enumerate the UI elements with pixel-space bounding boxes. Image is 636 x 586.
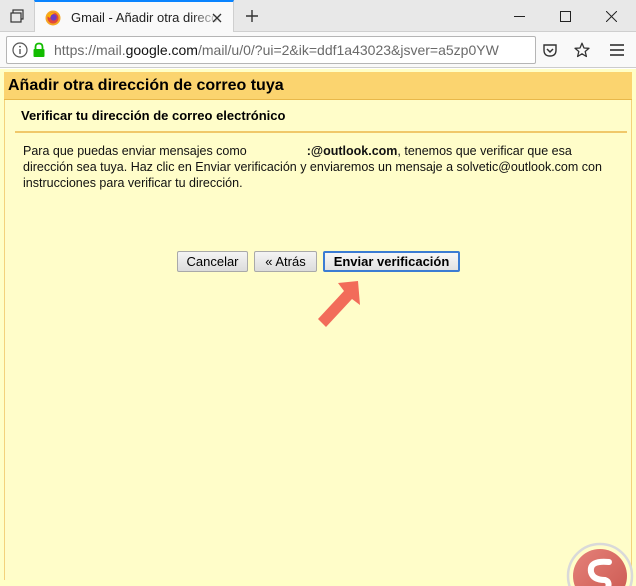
close-window-button[interactable] <box>588 0 634 32</box>
bookmark-star-button[interactable] <box>572 40 592 60</box>
info-icon[interactable] <box>12 42 28 58</box>
close-icon <box>605 10 617 22</box>
solvetic-logo-icon <box>566 542 634 586</box>
back-button[interactable]: « Atrás <box>254 251 317 272</box>
verification-message: Para que puedas enviar mensajes como:@ou… <box>23 144 602 190</box>
send-verification-button[interactable]: Enviar verificación <box>323 251 460 272</box>
dialog-body: Verificar tu dirección de correo electró… <box>4 100 634 586</box>
arrow-icon <box>318 281 360 327</box>
lock-icon[interactable] <box>32 42 46 58</box>
tab-list-button[interactable] <box>0 0 34 32</box>
url-bar[interactable]: https://mail.google.com/mail/u/0/?ui=2&i… <box>6 36 536 64</box>
url-text: https://mail.google.com/mail/u/0/?ui=2&i… <box>54 42 499 58</box>
tab-close-button[interactable] <box>207 8 227 28</box>
new-tab-button[interactable] <box>238 2 266 30</box>
navigation-bar: https://mail.google.com/mail/u/0/?ui=2&i… <box>0 32 636 68</box>
section-title: Verificar tu dirección de correo electró… <box>21 108 286 123</box>
firefox-icon <box>45 10 61 25</box>
close-icon <box>212 13 222 23</box>
tab-title: Gmail - Añadir otra dirección de correo … <box>71 10 221 25</box>
dialog-header: Añadir otra dirección de correo tuya <box>4 72 632 100</box>
email-address: :@outlook.com <box>306 144 398 158</box>
page-content: Añadir otra dirección de correo tuya Ver… <box>0 69 636 586</box>
pocket-button[interactable] <box>540 40 560 60</box>
star-icon <box>574 42 590 58</box>
tab-list-icon <box>10 9 24 23</box>
maximize-icon <box>559 10 571 22</box>
section-divider <box>15 131 627 133</box>
minimize-icon <box>513 15 525 17</box>
title-bar: Gmail - Añadir otra dirección de correo … <box>0 0 636 33</box>
active-tab[interactable]: Gmail - Añadir otra dirección de correo … <box>34 0 234 33</box>
menu-button[interactable] <box>605 38 629 62</box>
minimize-button[interactable] <box>496 0 542 32</box>
cancel-button[interactable]: Cancelar <box>177 251 248 272</box>
pocket-icon <box>543 44 557 57</box>
dialog-title: Añadir otra dirección de correo tuya <box>8 76 284 94</box>
maximize-button[interactable] <box>542 0 588 32</box>
hamburger-menu-icon <box>610 44 624 56</box>
plus-icon <box>246 10 258 22</box>
